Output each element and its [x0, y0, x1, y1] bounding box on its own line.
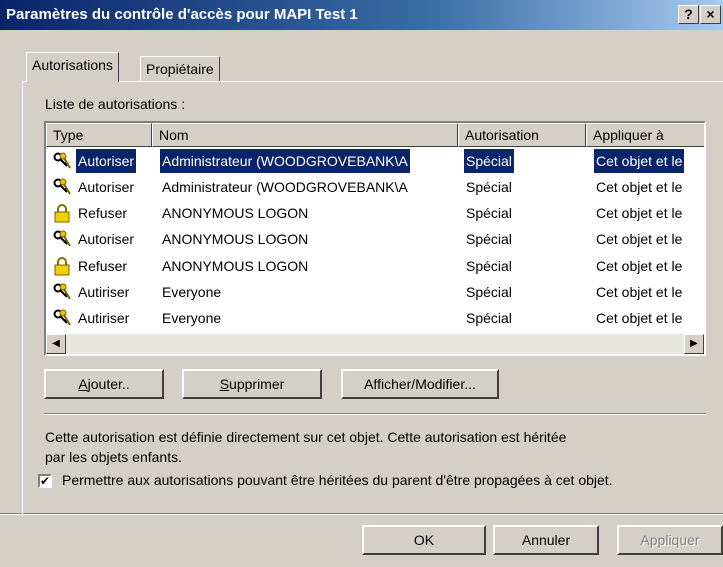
apply-button[interactable]: Appliquer [617, 525, 723, 555]
tab-proprietaire[interactable]: Propiétaire [140, 56, 220, 82]
tab-panel [22, 81, 723, 514]
window-title: Paramètres du contrôle d'accès pour MAPI… [6, 6, 358, 23]
title-bar[interactable]: Paramètres du contrôle d'accès pour MAPI… [0, 0, 723, 30]
help-button[interactable]: ? [678, 5, 699, 24]
tab-label: Propiétaire [146, 61, 214, 77]
cancel-button[interactable]: Annuler [493, 525, 599, 555]
tab-label: Autorisations [32, 57, 113, 73]
ok-button[interactable]: OK [362, 525, 486, 555]
tab-autorisations[interactable]: Autorisations [26, 52, 119, 82]
close-button[interactable]: × [700, 5, 721, 24]
